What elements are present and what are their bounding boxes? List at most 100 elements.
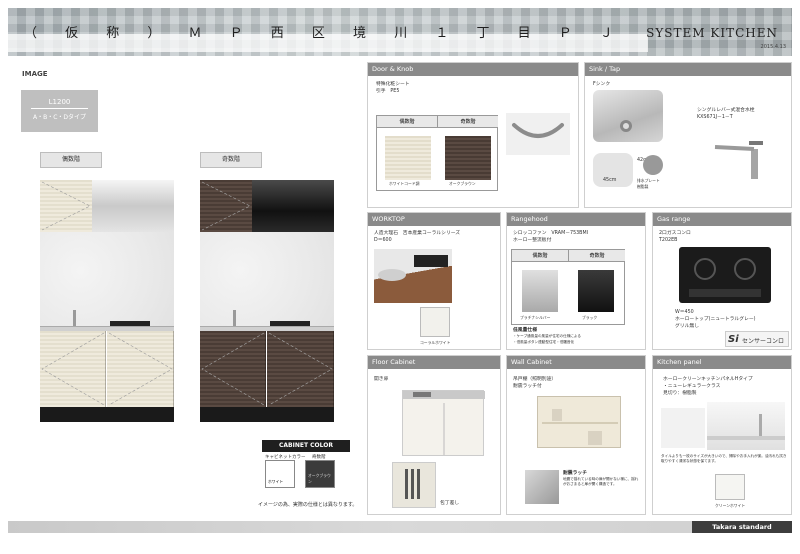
worktop-spec-2: D＝600 bbox=[374, 238, 392, 243]
disclaimer: イメージの為、実際の仕様とは異なります。 bbox=[258, 502, 358, 508]
panel-rangehood: Rangehood シロッコファン VRAM－753BMI ホーロー整流板付 偶… bbox=[506, 212, 646, 350]
gas-spec-grill: グリル無し bbox=[675, 324, 699, 329]
tap-model: KXS671J－1－T bbox=[697, 115, 733, 120]
worktop-swatch-name: コーラルホワイト bbox=[420, 340, 451, 345]
range-hood-black bbox=[252, 180, 334, 232]
panel-title: Door & Knob bbox=[368, 63, 578, 76]
even-header: 偶数階 bbox=[512, 250, 569, 262]
sensor-text: センサーコンロ bbox=[742, 338, 785, 345]
panel-worktop: WORKTOP 人造大理石 吉本産業コーラルシリーズ D＝600 コーラルホワイ… bbox=[367, 212, 501, 350]
door-outline-icon bbox=[268, 332, 333, 406]
even-color-name: ホワイトコード調 bbox=[389, 181, 420, 186]
swatch-dark-name: オークブラウン bbox=[308, 473, 331, 484]
latch-desc: 地震で揺れている時の扉が開かない様に、揺れがおさまると扉が開く構造です。 bbox=[563, 477, 639, 486]
door-outline-icon bbox=[41, 332, 105, 406]
hood-even-color: プラチナシルバー bbox=[520, 315, 551, 320]
sink-name: Fシンク bbox=[593, 82, 611, 87]
sink-cabinet-icon bbox=[403, 391, 485, 455]
door-spec-1: 特殊化粧シート bbox=[376, 82, 410, 87]
panel-floor-cabinet: Floor Cabinet 開き扉 包丁差し bbox=[367, 355, 501, 515]
size-line1: L1200 bbox=[31, 90, 88, 109]
lower-door-right bbox=[267, 331, 334, 407]
kp-swatch-name: クリーンホワイト bbox=[715, 503, 746, 508]
door-outline-icon bbox=[108, 332, 173, 406]
floor-cab-spec: 開き扉 bbox=[374, 377, 389, 382]
swatch-white: ホワイト bbox=[265, 460, 295, 488]
panel-title: WORKTOP bbox=[368, 213, 500, 226]
lower-cabinets bbox=[200, 331, 334, 407]
upper-cabinet-left bbox=[200, 180, 252, 232]
gas-spec-1: 2口ガスコンロ bbox=[659, 231, 691, 236]
kp-spec-2: ・ニューレギュラークラス bbox=[663, 384, 721, 389]
knife-icon bbox=[405, 469, 420, 499]
gas-spec-w: W＝450 bbox=[675, 310, 694, 315]
kp-desc: タイルよりも一枚のサイズが大きいので、掃除やお手入れが楽。油汚れも拭き取りやすく… bbox=[661, 454, 787, 463]
door-color-table: 偶数階 奇数階 ホワイトコード調 オークブラウン bbox=[376, 115, 498, 191]
even-header: 偶数階 bbox=[377, 116, 438, 128]
odd-header: 奇数階 bbox=[569, 250, 625, 262]
plinth bbox=[200, 407, 334, 422]
hood-black-photo bbox=[578, 270, 614, 312]
odd-color-name: オークブラウン bbox=[449, 181, 476, 186]
footer-bar bbox=[8, 521, 792, 533]
plate-sub: 樹脂製 bbox=[637, 184, 649, 189]
cooktop-icon bbox=[378, 255, 448, 281]
panel-title: Gas range bbox=[653, 213, 791, 226]
door-outline-icon bbox=[41, 181, 91, 231]
shelf-icon bbox=[542, 409, 618, 445]
sensor-logo: Si センサーコンロ bbox=[725, 331, 789, 347]
image-label: IMAGE bbox=[22, 70, 48, 78]
worktop-spec-1: 人造大理石 吉本産業コーラルシリーズ bbox=[374, 231, 461, 236]
dim-b: 45cm bbox=[603, 178, 617, 183]
gas-spec-top: ホーロートップ(ニュートラルグレー) bbox=[675, 317, 756, 322]
kp-kitchen-photo bbox=[707, 402, 785, 450]
lower-cabinets bbox=[40, 331, 174, 407]
door-swatch-white bbox=[385, 136, 431, 180]
hood-spec-1: シロッコファン VRAM－753BMI bbox=[513, 231, 589, 236]
hood-note-3: ・低風量ボタン連動型住宅・低騒音化 bbox=[513, 340, 575, 344]
lower-door-left bbox=[40, 331, 106, 407]
cabinet-color-title: CABINET COLOR bbox=[262, 440, 350, 452]
panel-wall-cabinet: Wall Cabinet 吊戸棚（照明別途） 耐震ラッチ付 耐震ラッチ 地震で揺… bbox=[506, 355, 646, 515]
kitchen-panel-wall bbox=[200, 232, 334, 328]
worktop-swatch bbox=[420, 307, 450, 337]
wall-cabinet-photo bbox=[537, 396, 621, 448]
panel-title: Kitchen panel bbox=[653, 356, 791, 369]
burner-icon bbox=[689, 258, 761, 297]
worktop-photo bbox=[374, 249, 452, 303]
faucet-icon bbox=[707, 414, 785, 440]
knife-rack-photo bbox=[392, 462, 436, 508]
kp-swatch bbox=[715, 474, 745, 500]
kp-spec-3: 見切り：樹脂製 bbox=[663, 391, 697, 396]
gas-spec-2: T202EB bbox=[659, 238, 678, 243]
knife-rack-caption: 包丁差し bbox=[440, 501, 460, 506]
range-hood-silver bbox=[92, 180, 174, 232]
hood-spec-2: ホーロー整流板付 bbox=[513, 238, 552, 243]
knob-photo bbox=[506, 113, 570, 155]
plinth bbox=[40, 407, 174, 422]
sensor-si: Si bbox=[728, 334, 739, 345]
odd-floor-kitchen bbox=[200, 180, 334, 422]
latch-photo bbox=[525, 470, 559, 504]
date-label: 2015.4.13 bbox=[760, 44, 786, 50]
tap-name: シングルレバー式混合水栓 bbox=[697, 108, 755, 113]
odd-header: 奇数階 bbox=[438, 116, 498, 128]
upper-cabinet-left bbox=[40, 180, 92, 232]
lower-door-left bbox=[200, 331, 266, 407]
kp-cleaning-photo bbox=[661, 408, 705, 448]
drain-plate-icon bbox=[643, 155, 663, 175]
even-floor-tag: 偶数階 bbox=[40, 152, 102, 168]
wall-cab-spec-2: 耐震ラッチ付 bbox=[513, 384, 542, 389]
lower-door-right bbox=[107, 331, 174, 407]
gas-range-photo bbox=[679, 247, 771, 303]
brand-logo: Takara standard bbox=[692, 521, 792, 533]
latch-title: 耐震ラッチ bbox=[563, 471, 587, 476]
tap-photo bbox=[705, 129, 775, 181]
even-floor-kitchen bbox=[40, 180, 174, 422]
panel-gas-range: Gas range 2口ガスコンロ T202EB W＝450 ホーロートップ(ニ… bbox=[652, 212, 792, 350]
panel-title: Floor Cabinet bbox=[368, 356, 500, 369]
hood-silver-photo bbox=[522, 270, 558, 312]
panel-title: Sink / Tap bbox=[585, 63, 791, 76]
size-line2: A・B・C・Dタイプ bbox=[32, 114, 87, 121]
panel-title: Rangehood bbox=[507, 213, 645, 226]
